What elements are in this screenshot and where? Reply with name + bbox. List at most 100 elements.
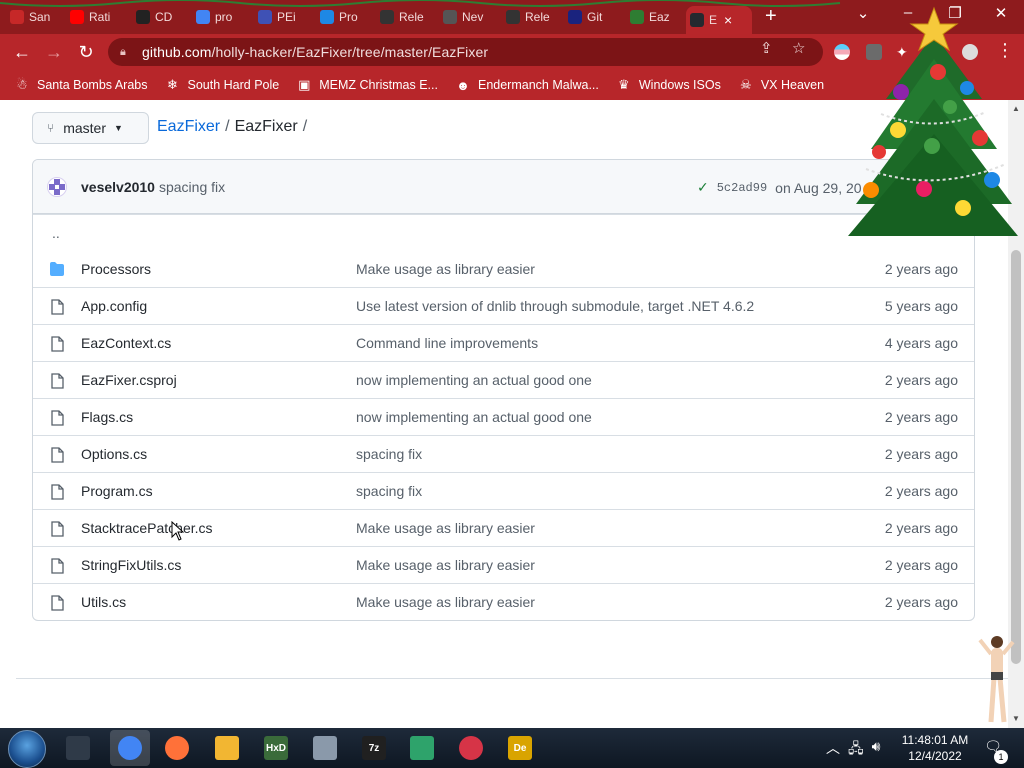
- file-commit-message-link[interactable]: now implementing an actual good one: [356, 409, 592, 425]
- file-row[interactable]: Program.cs spacing fix 2 years ago: [33, 472, 974, 509]
- browser-tab[interactable]: Rele: [502, 4, 564, 30]
- system-app-button[interactable]: [311, 734, 339, 762]
- show-hidden-icons-icon[interactable]: ︿: [826, 738, 840, 762]
- file-row[interactable]: Flags.cs now implementing an actual good …: [33, 398, 974, 435]
- branch-name: master: [63, 120, 106, 136]
- parent-directory-row[interactable]: ..: [33, 214, 974, 250]
- scrollbar-thumb[interactable]: [1011, 250, 1021, 664]
- bookmark-item[interactable]: ♛ Windows ISOs: [616, 77, 721, 93]
- file-name-link[interactable]: App.config: [81, 298, 147, 314]
- green-app-icon: [410, 736, 434, 760]
- hex-editor-app-button[interactable]: HxD: [262, 734, 290, 762]
- parent-directory-link[interactable]: ..: [52, 225, 60, 241]
- green-app-button[interactable]: [408, 734, 436, 762]
- file-age: 2 years ago: [884, 372, 958, 388]
- network-icon[interactable]: 🖧︎: [848, 738, 864, 762]
- file-age: 2 years ago: [884, 483, 958, 499]
- file-commit-message-link[interactable]: now implementing an actual good one: [356, 372, 592, 388]
- firefox-app-button[interactable]: [163, 734, 191, 762]
- start-button[interactable]: [8, 730, 46, 768]
- file-row[interactable]: App.config Use latest version of dnlib th…: [33, 287, 974, 324]
- file-name-link[interactable]: Processors: [81, 261, 151, 277]
- windows-taskbar: HxD 7z De ︿ 🖧︎ 🔊︎ 11:48:01 AM 12/4/2022 🗨︎…: [0, 728, 1024, 768]
- back-button[interactable]: ←: [11, 41, 33, 63]
- file-commit-message-link[interactable]: Make usage as library easier: [356, 520, 535, 536]
- bookmark-item[interactable]: ☻ Endermanch Malwa...: [455, 77, 599, 93]
- page-divider: [16, 678, 1008, 679]
- branch-selector-button[interactable]: ⑂ master ▼: [32, 112, 149, 144]
- 7zip-app-button[interactable]: 7z: [360, 734, 388, 762]
- file-name-link[interactable]: StacktracePatcher.cs: [81, 520, 213, 536]
- chrome-app-button[interactable]: [110, 730, 150, 766]
- browser-tab[interactable]: Eaz: [626, 4, 686, 30]
- file-name-link[interactable]: EazFixer.csproj: [81, 372, 177, 388]
- file-name-link[interactable]: EazContext.cs: [81, 335, 171, 351]
- file-commit-message-link[interactable]: Command line improvements: [356, 335, 538, 351]
- volume-icon[interactable]: 🔊︎: [872, 738, 881, 762]
- bookmark-label: Endermanch Malwa...: [477, 78, 599, 92]
- commit-author-link[interactable]: veselv2010: [81, 179, 155, 195]
- file-row[interactable]: StringFixUtils.cs Make usage as library e…: [33, 546, 974, 583]
- bookmark-label: South Hard Pole: [187, 78, 280, 92]
- bookmark-item[interactable]: ☠ VX Heaven: [738, 77, 824, 93]
- browser-tab[interactable]: Nev: [439, 4, 502, 30]
- tab-favicon-icon: [258, 10, 272, 24]
- bookmark-item[interactable]: ❄ South Hard Pole: [164, 77, 279, 93]
- tab-title: CD: [155, 10, 173, 24]
- new-tab-button[interactable]: +: [765, 6, 777, 26]
- file-commit-message-link[interactable]: Make usage as library easier: [356, 261, 535, 277]
- file-explorer-app-button[interactable]: [213, 734, 241, 762]
- file-row[interactable]: EazContext.cs Command line improvements 4 …: [33, 324, 974, 361]
- file-row[interactable]: Options.cs spacing fix 2 years ago: [33, 435, 974, 472]
- browser-tab[interactable]: Rati: [66, 4, 132, 30]
- file-name-link[interactable]: Flags.cs: [81, 409, 133, 425]
- red-app-button[interactable]: [457, 734, 485, 762]
- bookmark-item[interactable]: ☃ Santa Bombs Arabs: [14, 77, 147, 93]
- forward-button[interactable]: →: [43, 41, 65, 63]
- file-age: 4 years ago: [884, 335, 958, 351]
- tab-close-icon[interactable]: ×: [724, 12, 732, 28]
- commit-sha-link[interactable]: 5c2ad99: [717, 181, 767, 195]
- file-row[interactable]: Processors Make usage as library easier 2 …: [33, 250, 974, 287]
- browser-tab[interactable]: pro: [192, 4, 254, 30]
- browser-tab[interactable]: E ×: [686, 6, 752, 34]
- browser-tab[interactable]: PEi: [254, 4, 316, 30]
- browser-tab[interactable]: Git: [564, 4, 626, 30]
- breadcrumb: EazFixer / EazFixer /: [157, 118, 307, 136]
- address-bar[interactable]: 🔒︎ github.com/holly-hacker/EazFixer/tree…: [108, 38, 823, 66]
- firefox-app-icon: [165, 736, 189, 760]
- tab-favicon-icon: [380, 10, 394, 24]
- breadcrumb-current-folder: EazFixer: [234, 118, 298, 135]
- browser-tab[interactable]: Rele: [376, 4, 439, 30]
- share-icon[interactable]: ⇪: [760, 39, 773, 57]
- file-commit-message-link[interactable]: spacing fix: [356, 446, 422, 462]
- breadcrumb-repo-link[interactable]: EazFixer: [157, 118, 220, 136]
- git-branch-icon: ⑂: [47, 121, 55, 135]
- check-icon[interactable]: ✓: [697, 179, 709, 196]
- author-avatar[interactable]: [47, 176, 67, 197]
- browser-tab[interactable]: Pro: [316, 4, 376, 30]
- file-row[interactable]: Utils.cs Make usage as library easier 2 ye…: [33, 583, 974, 620]
- browser-tab[interactable]: San: [6, 4, 66, 30]
- file-name-link[interactable]: Options.cs: [81, 446, 147, 462]
- reload-button[interactable]: ↻: [75, 41, 97, 63]
- file-commit-message-link[interactable]: spacing fix: [356, 483, 422, 499]
- file-name-link[interactable]: Utils.cs: [81, 594, 126, 610]
- file-commit-message-link[interactable]: Make usage as library easier: [356, 557, 535, 573]
- chrome-app-icon: [118, 736, 142, 760]
- tab-favicon-icon: [568, 10, 582, 24]
- commit-message-link[interactable]: spacing fix: [159, 179, 225, 195]
- file-name-link[interactable]: Program.cs: [81, 483, 153, 499]
- bookmark-star-icon[interactable]: ☆: [792, 39, 805, 57]
- file-name-link[interactable]: StringFixUtils.cs: [81, 557, 181, 573]
- de-app-button[interactable]: De: [506, 734, 534, 762]
- file-rows: Processors Make usage as library easier 2 …: [33, 250, 974, 620]
- browser-tab[interactable]: CD: [132, 4, 192, 30]
- file-row[interactable]: EazFixer.csproj now implementing an actua…: [33, 361, 974, 398]
- file-commit-message-link[interactable]: Use latest version of dnlib through subm…: [356, 298, 754, 314]
- explorer-view-app-button[interactable]: [64, 734, 92, 762]
- bookmark-item[interactable]: ▣ MEMZ Christmas E...: [296, 77, 438, 93]
- file-commit-message-link[interactable]: Make usage as library easier: [356, 594, 535, 610]
- taskbar-clock[interactable]: 11:48:01 AM 12/4/2022: [900, 732, 970, 764]
- file-icon: [51, 484, 64, 500]
